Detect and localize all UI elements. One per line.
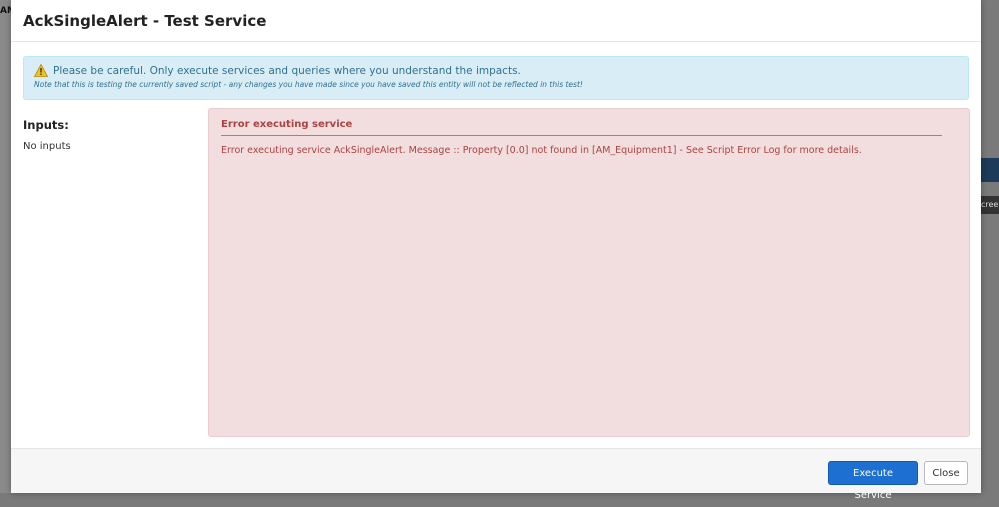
modal-title: AckSingleAlert - Test Service (23, 11, 267, 30)
execute-service-button[interactable]: Execute Service (828, 461, 918, 501)
background-right-tooltip: cree (981, 196, 999, 214)
notice-sub-text: Note that this is testing the currently … (34, 80, 583, 89)
modal-footer: Execute Service Close (11, 448, 981, 501)
inputs-label: Inputs: (23, 118, 69, 132)
background-right-strip (981, 0, 999, 493)
background-right-bar (981, 158, 999, 182)
inputs-section: Inputs: No inputs (23, 118, 193, 152)
inputs-empty-text: No inputs (23, 141, 71, 152)
error-title: Error executing service (221, 119, 353, 130)
info-notice: Please be careful. Only execute services… (23, 56, 969, 100)
error-divider (221, 135, 942, 136)
close-button[interactable]: Close (924, 461, 968, 485)
notice-main-text: Please be careful. Only execute services… (53, 64, 521, 77)
notice-main-line: Please be careful. Only execute services… (34, 64, 958, 77)
warning-icon (34, 64, 48, 77)
modal-header: AckSingleAlert - Test Service (11, 0, 981, 42)
background-left-strip (0, 0, 11, 493)
error-message: Error executing service AckSingleAlert. … (221, 145, 862, 156)
test-service-modal: AckSingleAlert - Test Service Please be … (11, 0, 981, 501)
error-panel: Error executing service Error executing … (208, 108, 970, 437)
